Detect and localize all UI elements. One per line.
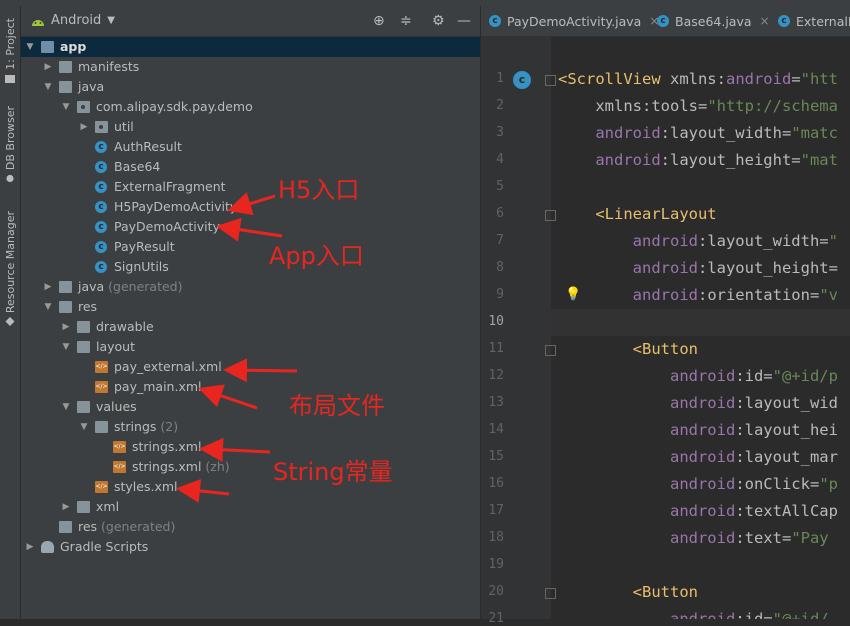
arrow-app bbox=[216, 217, 283, 242]
arrow-pay-external bbox=[223, 358, 298, 383]
arrow-h5 bbox=[227, 192, 276, 216]
annotation-arrows bbox=[176, 192, 298, 503]
arrow-styles bbox=[176, 478, 230, 503]
arrow-strings bbox=[199, 437, 271, 462]
arrow-pay-main bbox=[198, 384, 258, 410]
